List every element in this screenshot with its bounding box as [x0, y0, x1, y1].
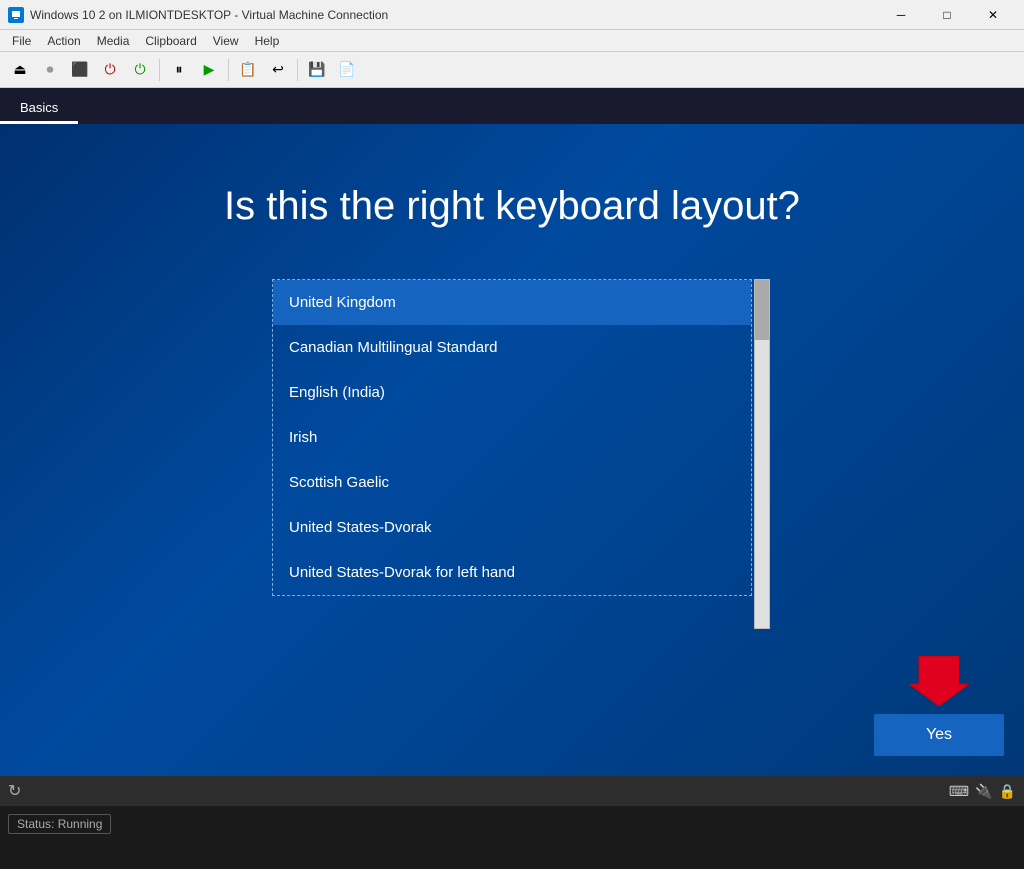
- menu-item-view[interactable]: View: [205, 32, 247, 50]
- tab-basics[interactable]: Basics: [0, 94, 78, 124]
- toolbar-pause[interactable]: ⏸: [165, 56, 193, 84]
- keyboard-layout-item[interactable]: Scottish Gaelic: [273, 460, 751, 505]
- toolbar: ⏏ ⏺ ⬛ ⏻ ⏻ ⏸ ▶ 📋 ↩ 💾 📄: [0, 52, 1024, 88]
- vm-area: Is this the right keyboard layout? Unite…: [0, 124, 1024, 776]
- toolbar-power-red[interactable]: ⏻: [96, 56, 124, 84]
- window-title: Windows 10 2 on ILMIONTDESKTOP - Virtual…: [30, 8, 388, 22]
- keyboard-list-wrapper: United KingdomCanadian Multilingual Stan…: [272, 279, 752, 596]
- toolbar-stop[interactable]: ⬛: [66, 56, 94, 84]
- toolbar-separator-2: [228, 59, 229, 81]
- keyboard-question: Is this the right keyboard layout?: [224, 184, 800, 229]
- toolbar-play[interactable]: ▶: [195, 56, 223, 84]
- vm-icon: [8, 7, 24, 23]
- toolbar-undo[interactable]: ↩: [264, 56, 292, 84]
- titlebar-left: Windows 10 2 on ILMIONTDESKTOP - Virtual…: [8, 7, 388, 23]
- toolbar-record[interactable]: ⏺: [36, 56, 64, 84]
- yes-button-area: Yes: [874, 656, 1004, 756]
- status-right: ⌨ 🔌 🔒: [949, 783, 1016, 800]
- keyboard-layout-item[interactable]: Irish: [273, 415, 751, 460]
- statusbar: ↻ ⌨ 🔌 🔒: [0, 776, 1024, 806]
- keyboard-layout-item[interactable]: United States-Dvorak: [273, 505, 751, 550]
- scrollbar[interactable]: [754, 279, 770, 629]
- toolbar-eject[interactable]: ⏏: [6, 56, 34, 84]
- titlebar: Windows 10 2 on ILMIONTDESKTOP - Virtual…: [0, 0, 1024, 30]
- minimize-button[interactable]: ─: [878, 0, 924, 30]
- down-arrow-icon: [909, 656, 969, 706]
- menu-item-action[interactable]: Action: [39, 32, 88, 50]
- lock-icon: 🔒: [999, 783, 1016, 800]
- toolbar-save[interactable]: 💾: [303, 56, 331, 84]
- menubar: FileActionMediaClipboardViewHelp: [0, 30, 1024, 52]
- keyboard-layout-item[interactable]: United States-Dvorak for left hand: [273, 550, 751, 595]
- status-running-badge: Status: Running: [8, 814, 111, 834]
- toolbar-file[interactable]: 📄: [333, 56, 361, 84]
- window-controls: ─ □ ✕: [878, 0, 1016, 30]
- toolbar-separator-1: [159, 59, 160, 81]
- scrollbar-thumb[interactable]: [755, 280, 769, 340]
- menu-item-clipboard[interactable]: Clipboard: [137, 32, 204, 50]
- keyboard-icon: ⌨: [949, 783, 969, 800]
- close-button[interactable]: ✕: [970, 0, 1016, 30]
- keyboard-layout-item[interactable]: United Kingdom: [273, 280, 751, 325]
- keyboard-layout-item[interactable]: English (India): [273, 370, 751, 415]
- toolbar-clipboard[interactable]: 📋: [234, 56, 262, 84]
- maximize-button[interactable]: □: [924, 0, 970, 30]
- usb-icon: 🔌: [975, 783, 992, 800]
- keyboard-layout-item[interactable]: Canadian Multilingual Standard: [273, 325, 751, 370]
- taskbar: Status: Running: [0, 806, 1024, 841]
- tabs-bar: Basics: [0, 88, 1024, 124]
- menu-item-file[interactable]: File: [4, 32, 39, 50]
- recycle-icon: ↻: [8, 781, 21, 801]
- menu-item-media[interactable]: Media: [89, 32, 138, 50]
- status-left: ↻: [8, 781, 21, 801]
- yes-button[interactable]: Yes: [874, 714, 1004, 756]
- keyboard-layout-list: United KingdomCanadian Multilingual Stan…: [272, 279, 752, 596]
- toolbar-separator-3: [297, 59, 298, 81]
- toolbar-power[interactable]: ⏻: [126, 56, 154, 84]
- menu-item-help[interactable]: Help: [247, 32, 288, 50]
